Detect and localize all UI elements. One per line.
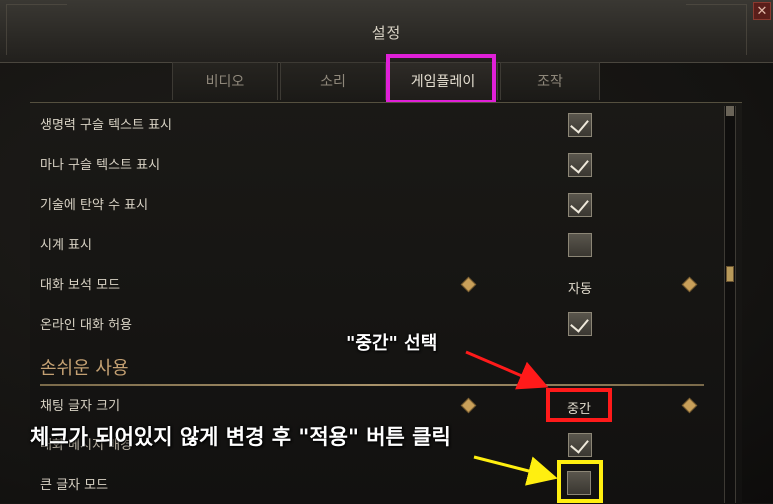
- red-arrow: [465, 350, 549, 390]
- yellow-arrow: [473, 455, 558, 486]
- annotation-arrows: [465, 350, 558, 486]
